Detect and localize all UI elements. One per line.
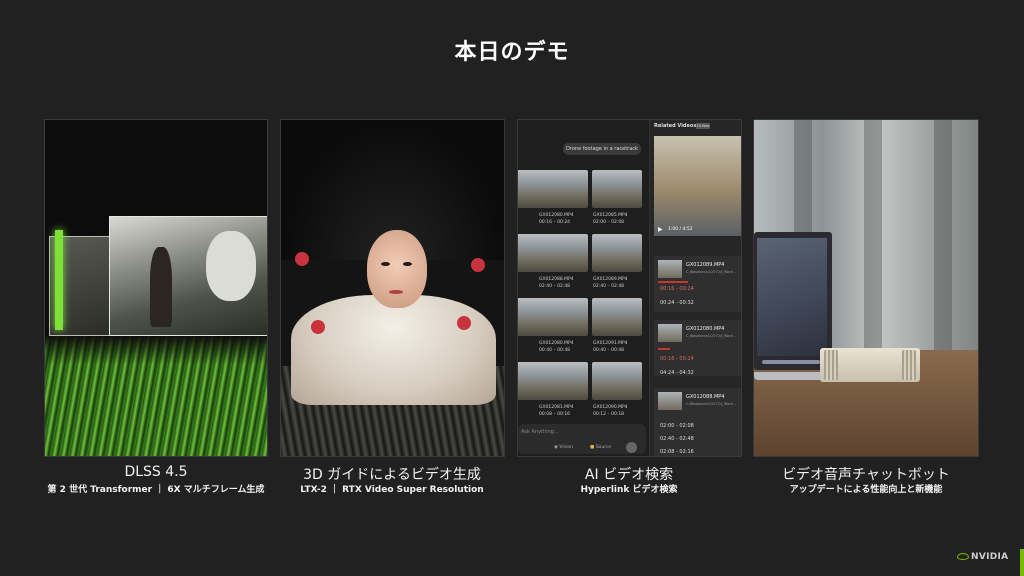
related-path: C:/Baseback/120724_Work... bbox=[686, 402, 737, 406]
result-name: GX012085.MP4 bbox=[593, 213, 628, 218]
character-figure bbox=[150, 247, 172, 327]
eye-icon: ◉ bbox=[554, 445, 558, 450]
demo-title-dlss: DLSS 4.5 bbox=[124, 464, 188, 480]
demo-subtitle-dlss: 第 2 世代 Transformer ｜ 6X マルチフレーム生成 bbox=[47, 485, 265, 495]
result-thumb[interactable] bbox=[538, 234, 588, 272]
related-path: C:/Baseback/120724_Work... bbox=[686, 334, 737, 338]
video-player[interactable] bbox=[654, 136, 741, 236]
flower-pattern bbox=[295, 252, 309, 266]
brand-name: NVIDIA bbox=[971, 552, 1009, 562]
play-icon[interactable]: ▶ bbox=[658, 226, 663, 233]
demo-title-3d-video: 3D ガイドによるビデオ生成 bbox=[303, 467, 481, 483]
result-thumb[interactable] bbox=[538, 362, 588, 400]
result-time: 00:16 – 00:24 bbox=[539, 220, 571, 225]
kimono bbox=[291, 295, 496, 405]
demo-title-video-search: AI ビデオ検索 bbox=[584, 467, 674, 483]
related-count-badge: 10 files bbox=[696, 123, 710, 129]
segment[interactable]: 00:16 - 00:24 bbox=[660, 356, 694, 362]
woman-face bbox=[367, 230, 427, 308]
player-time: 1:00 / 4:52 bbox=[668, 227, 693, 232]
segment[interactable]: 00:16 - 00:24 bbox=[660, 286, 694, 292]
result-name: GX012090.MP4 bbox=[593, 405, 628, 410]
related-name: GX012089.MP4 bbox=[686, 262, 725, 268]
frame-generation-glow bbox=[55, 230, 63, 330]
result-thumb[interactable] bbox=[592, 362, 642, 400]
result-time: 02:00 – 02:08 bbox=[593, 220, 625, 225]
creature-figure bbox=[206, 231, 256, 301]
source-label: Source bbox=[595, 445, 612, 450]
flower-pattern bbox=[311, 320, 325, 334]
related-videos-title: Related Videos bbox=[654, 123, 697, 129]
segment[interactable]: 02:40 - 02:48 bbox=[660, 436, 694, 442]
result-time: 00:40 – 00:48 bbox=[593, 348, 625, 353]
demo-panel-video-search[interactable]: Drone footage in a racetrack GX012080.MP… bbox=[517, 119, 742, 457]
result-time: 02:40 – 02:48 bbox=[593, 284, 625, 289]
frame-rendered bbox=[109, 216, 267, 336]
laptop-screen bbox=[757, 238, 827, 356]
grass-fade bbox=[45, 335, 267, 365]
segment[interactable]: 04:24 - 04:32 bbox=[660, 370, 694, 376]
flower-pattern bbox=[457, 316, 471, 330]
result-time: 02:40 – 02:48 bbox=[539, 284, 571, 289]
result-thumb[interactable] bbox=[592, 234, 642, 272]
nvidia-eye-icon bbox=[957, 553, 969, 560]
result-thumb[interactable] bbox=[592, 170, 642, 208]
eye-right bbox=[403, 262, 412, 266]
related-thumb bbox=[658, 324, 682, 342]
device-vent bbox=[902, 350, 916, 380]
vision-button[interactable]: ◉ Vision bbox=[554, 445, 573, 450]
progress-bar bbox=[658, 348, 670, 350]
lips bbox=[389, 290, 403, 294]
laptop-dock bbox=[762, 360, 820, 364]
result-time: 00:08 – 00:16 bbox=[539, 412, 571, 417]
demo-subtitle-3d-video: LTX-2 ｜ RTX Video Super Resolution bbox=[300, 485, 484, 495]
result-thumb[interactable] bbox=[538, 298, 588, 336]
result-name: GX012091.MP4 bbox=[593, 341, 628, 346]
result-name: GX012081.MP4 bbox=[539, 405, 574, 410]
related-path: C:/Baseback/120724_Work... bbox=[686, 270, 737, 274]
related-name: GX012080.MP4 bbox=[686, 326, 725, 332]
query-chip[interactable]: Drone footage in a racetrack bbox=[563, 143, 641, 155]
demo-subtitle-video-search: Hyperlink ビデオ検索 bbox=[580, 485, 678, 495]
nvidia-logo: NVIDIA bbox=[957, 552, 1008, 562]
result-name: GX012080.MP4 bbox=[539, 213, 574, 218]
ask-input-placeholder[interactable]: Ask Anything... bbox=[521, 429, 559, 435]
page-title: 本日のデモ bbox=[454, 40, 570, 65]
folder-icon: ■ bbox=[590, 445, 595, 450]
demo-subtitle-chatbot: アップデートによる性能向上と新機能 bbox=[789, 485, 943, 495]
related-thumb bbox=[658, 260, 682, 278]
send-button[interactable] bbox=[626, 442, 637, 453]
result-name: GX012088.MP4 bbox=[539, 277, 574, 282]
related-name: GX012088.MP4 bbox=[686, 394, 725, 400]
window-frame bbox=[864, 120, 882, 350]
device-vent bbox=[824, 350, 838, 380]
demo-title-chatbot: ビデオ音声チャットボット bbox=[782, 467, 950, 483]
vision-label: Vision bbox=[559, 445, 573, 450]
result-name: GX012080.MP4 bbox=[539, 341, 574, 346]
result-time: 00:40 – 00:48 bbox=[539, 348, 571, 353]
segment[interactable]: 02:00 - 02:08 bbox=[660, 423, 694, 429]
result-name: GX012089.MP4 bbox=[593, 277, 628, 282]
segment[interactable]: 02:08 - 02:16 bbox=[660, 449, 694, 455]
demo-panel-3d-video[interactable] bbox=[280, 119, 505, 457]
accent-bar bbox=[1020, 549, 1024, 576]
result-thumb[interactable] bbox=[592, 298, 642, 336]
eye-left bbox=[381, 262, 390, 266]
demo-panel-dlss[interactable] bbox=[44, 119, 268, 457]
demo-panel-chatbot[interactable] bbox=[753, 119, 979, 457]
segment[interactable]: 00:24 - 00:32 bbox=[660, 300, 694, 306]
progress-bar bbox=[658, 281, 688, 283]
source-button[interactable]: ■ Source bbox=[590, 445, 611, 450]
related-thumb bbox=[658, 392, 682, 410]
window-frame bbox=[934, 120, 952, 350]
result-time: 00:12 – 00:18 bbox=[593, 412, 625, 417]
flower-pattern bbox=[471, 258, 485, 272]
result-thumb[interactable] bbox=[538, 170, 588, 208]
